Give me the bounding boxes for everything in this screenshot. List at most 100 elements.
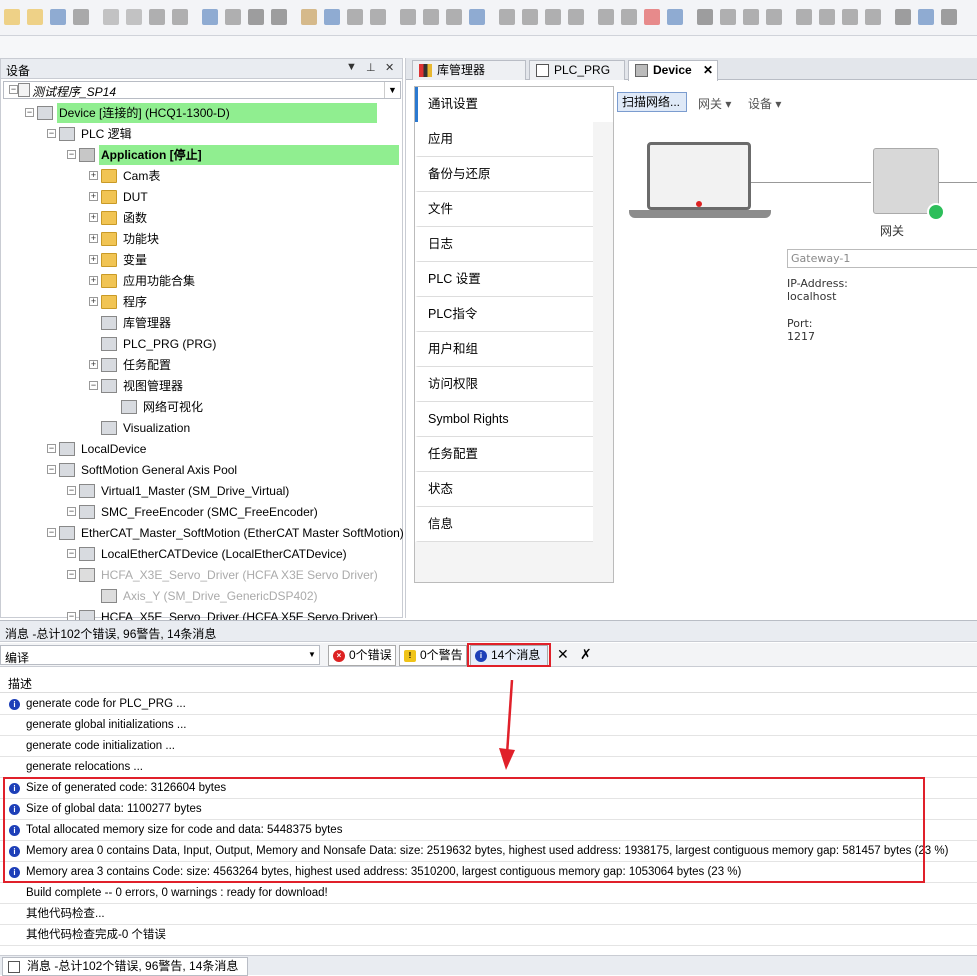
tree-item[interactable]: + 应用功能合集 <box>1 271 402 291</box>
tree-item[interactable]: 网络可视化 <box>1 397 402 417</box>
message-row[interactable]: Build complete -- 0 errors, 0 warnings :… <box>0 883 977 904</box>
tree-item[interactable]: − HCFA_X3E_Servo_Driver (HCFA X3E Servo D… <box>1 565 402 585</box>
toolbar-button-icon[interactable] <box>50 9 66 25</box>
toolbar-button-icon[interactable] <box>941 9 957 25</box>
tree-item[interactable]: − Application [停止] <box>1 145 402 165</box>
toolbar-button-icon[interactable] <box>27 9 43 25</box>
tree-item[interactable]: + 任务配置 <box>1 355 402 375</box>
toolbar-button-icon[interactable] <box>324 9 340 25</box>
clear-all-icon[interactable]: ✗ <box>580 646 592 663</box>
chevron-down-icon[interactable]: ▼ <box>305 646 319 664</box>
tree-item[interactable]: + 变量 <box>1 250 402 270</box>
expand-toggle-icon[interactable]: − <box>47 444 56 453</box>
tree-item[interactable]: − LocalDevice <box>1 439 402 459</box>
message-row[interactable]: generate relocations ... <box>0 757 977 778</box>
message-row[interactable]: i Size of global data: 1100277 bytes <box>0 799 977 820</box>
messages-filter-button[interactable]: i 14个消息 <box>470 645 548 666</box>
laptop-icon[interactable] <box>647 142 751 210</box>
tab-library-manager[interactable]: 库管理器 <box>412 60 526 80</box>
toolbar-button-icon[interactable] <box>621 9 637 25</box>
toolbar-button-icon[interactable] <box>172 9 188 25</box>
close-tab-icon[interactable]: ✕ <box>703 61 713 79</box>
toolbar-button-icon[interactable] <box>499 9 515 25</box>
expand-toggle-icon[interactable]: + <box>89 255 98 264</box>
toolbar-button-icon[interactable] <box>522 9 538 25</box>
nav-item[interactable]: 任务配置 <box>415 437 593 472</box>
expand-toggle-icon[interactable]: + <box>89 192 98 201</box>
toolbar-button-icon[interactable] <box>126 9 142 25</box>
nav-item[interactable]: 通讯设置 <box>415 87 593 122</box>
device-menu[interactable]: 设备 ▾ <box>748 95 781 112</box>
message-row[interactable]: i Size of generated code: 3126604 bytes <box>0 778 977 799</box>
expand-toggle-icon[interactable]: + <box>89 360 98 369</box>
expand-toggle-icon[interactable]: + <box>89 234 98 243</box>
toolbar-button-icon[interactable] <box>73 9 89 25</box>
gateway-name-field[interactable]: Gateway-1 <box>787 249 977 268</box>
errors-filter-button[interactable]: × 0个错误 <box>328 645 396 666</box>
toolbar-button-icon[interactable] <box>796 9 812 25</box>
project-selector[interactable]: − 测试程序_SP14 ▼ <box>3 81 401 99</box>
toolbar-button-icon[interactable] <box>423 9 439 25</box>
toolbar-button-icon[interactable] <box>301 9 317 25</box>
gateway-device-icon[interactable] <box>873 148 939 214</box>
toolbar-button-icon[interactable] <box>370 9 386 25</box>
nav-item[interactable]: 信息 <box>415 507 593 542</box>
nav-item[interactable]: 备份与还原 <box>415 157 593 192</box>
nav-item[interactable]: 访问权限 <box>415 367 593 402</box>
tree-item[interactable]: + 函数 <box>1 208 402 228</box>
dropdown-icon[interactable]: ▼ <box>346 61 357 73</box>
message-row[interactable]: 其他代码检查完成-0 个错误 <box>0 925 977 946</box>
nav-item[interactable]: 应用 <box>415 122 593 157</box>
tree-item[interactable]: − SMC_FreeEncoder (SMC_FreeEncoder) <box>1 502 402 522</box>
toolbar-button-icon[interactable] <box>4 9 20 25</box>
tree-item[interactable]: PLC_PRG (PRG) <box>1 334 402 354</box>
toolbar-button-icon[interactable] <box>819 9 835 25</box>
tree-item[interactable]: + Cam表 <box>1 166 402 186</box>
close-icon[interactable]: ✕ <box>385 61 394 74</box>
toolbar-button-icon[interactable] <box>446 9 462 25</box>
collapse-icon[interactable]: − <box>9 85 18 94</box>
messages-status-tab[interactable]: 消息 -总计102个错误, 96警告, 14条消息 <box>2 957 248 976</box>
toolbar-button-icon[interactable] <box>598 9 614 25</box>
toolbar-button-icon[interactable] <box>568 9 584 25</box>
expand-toggle-icon[interactable]: + <box>89 297 98 306</box>
toolbar-button-icon[interactable] <box>469 9 485 25</box>
toolbar-button-icon[interactable] <box>271 9 287 25</box>
expand-toggle-icon[interactable]: − <box>67 150 76 159</box>
message-row[interactable]: generate global initializations ... <box>0 715 977 736</box>
expand-toggle-icon[interactable]: − <box>47 528 56 537</box>
tree-item[interactable]: 库管理器 <box>1 313 402 333</box>
expand-toggle-icon[interactable]: − <box>67 549 76 558</box>
message-row[interactable]: 其他代码检查... <box>0 904 977 925</box>
expand-toggle-icon[interactable]: − <box>67 570 76 579</box>
toolbar-button-icon[interactable] <box>248 9 264 25</box>
nav-item[interactable]: 用户和组 <box>415 332 593 367</box>
toolbar-button-icon[interactable] <box>202 9 218 25</box>
gateway-menu[interactable]: 网关 ▾ <box>698 95 731 112</box>
tree-item[interactable]: − LocalEtherCATDevice (LocalEtherCATDevic… <box>1 544 402 564</box>
chevron-down-icon[interactable]: ▼ <box>384 82 400 98</box>
toolbar-button-icon[interactable] <box>347 9 363 25</box>
message-row[interactable]: i Memory area 0 contains Data, Input, Out… <box>0 841 977 862</box>
expand-toggle-icon[interactable]: + <box>89 213 98 222</box>
nav-item[interactable]: Symbol Rights <box>415 402 593 437</box>
tree-item[interactable]: Visualization <box>1 418 402 438</box>
tree-item[interactable]: − SoftMotion General Axis Pool <box>1 460 402 480</box>
message-source-select[interactable]: 编译 ▼ <box>0 645 320 665</box>
message-row[interactable]: i Total allocated memory size for code an… <box>0 820 977 841</box>
tree-item[interactable]: − 视图管理器 <box>1 376 402 396</box>
tree-item[interactable]: − EtherCAT_Master_SoftMotion (EtherCAT Ma… <box>1 523 404 543</box>
toolbar-button-icon[interactable] <box>842 9 858 25</box>
toolbar-button-icon[interactable] <box>400 9 416 25</box>
toolbar-button-icon[interactable] <box>895 9 911 25</box>
toolbar-button-icon[interactable] <box>766 9 782 25</box>
nav-item[interactable]: 日志 <box>415 227 593 262</box>
toolbar-button-icon[interactable] <box>865 9 881 25</box>
expand-toggle-icon[interactable]: + <box>89 276 98 285</box>
pin-icon[interactable]: ⊥ <box>366 61 376 74</box>
toolbar-button-icon[interactable] <box>697 9 713 25</box>
nav-item[interactable]: PLC 设置 <box>415 262 593 297</box>
message-row[interactable]: i Memory area 3 contains Code: size: 4563… <box>0 862 977 883</box>
toolbar-button-icon[interactable] <box>720 9 736 25</box>
toolbar-button-icon[interactable] <box>743 9 759 25</box>
